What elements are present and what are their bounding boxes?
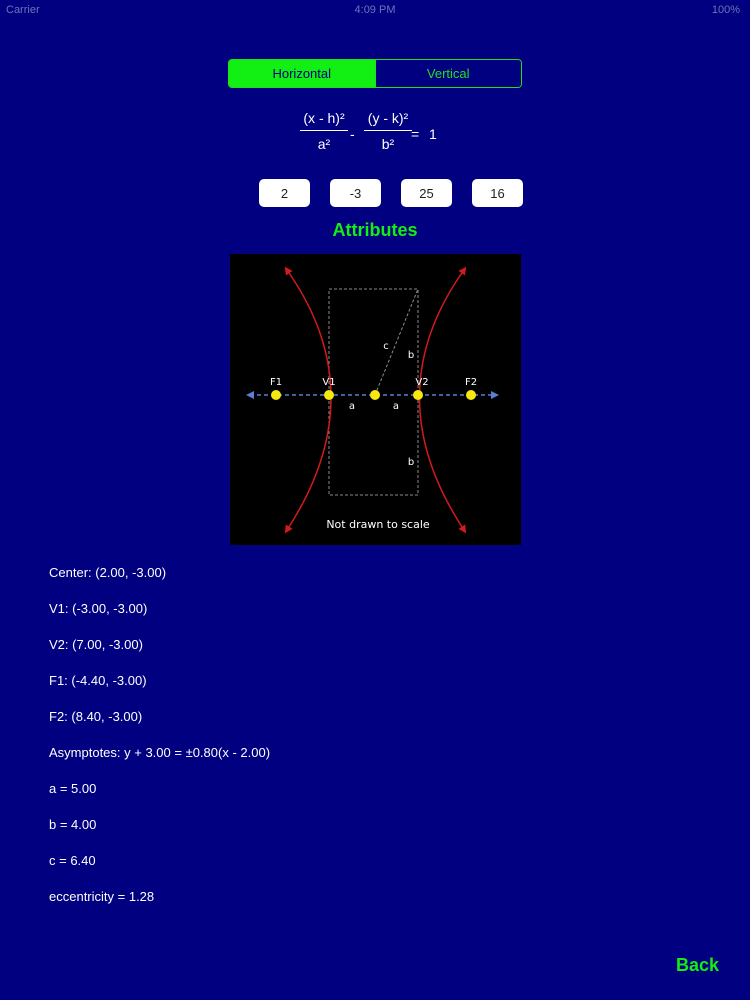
h-input[interactable]: 2	[259, 179, 310, 207]
status-time: 4:09 PM	[354, 4, 396, 16]
battery-label: 100%	[711, 4, 740, 16]
vertex-2-point	[413, 390, 423, 400]
equation-term-x: (x - h)² a²	[300, 110, 348, 152]
hyperbola-diagram-svg: F1 V1 V2 F2 a a c b b Not drawn to scale	[246, 266, 499, 534]
c-label: c	[383, 341, 389, 352]
c-result: c = 6.40	[49, 853, 96, 868]
horizontal-segment[interactable]: Horizontal	[229, 60, 375, 87]
center-point	[370, 390, 380, 400]
b-squared-input[interactable]: 16	[472, 179, 523, 207]
equation-term-y-numerator: (y - k)²	[367, 110, 409, 126]
equation-term-y: (y - k)² b²	[364, 110, 412, 152]
v2-label: V2	[415, 377, 428, 388]
left-branch-curve	[284, 266, 332, 534]
equation-term-y-denominator: b²	[381, 136, 395, 152]
k-input[interactable]: -3	[330, 179, 381, 207]
v1-label: V1	[322, 377, 335, 388]
hyperbola-equation: (x - h)² a² - (y - k)² b² = 1	[0, 110, 750, 160]
v1-result: V1: (-3.00, -3.00)	[49, 601, 148, 616]
f2-label: F2	[465, 377, 477, 388]
a-right-label: a	[393, 401, 399, 412]
eccentricity-result: eccentricity = 1.28	[49, 889, 155, 904]
a-result: a = 5.00	[49, 781, 97, 796]
focus-2-point	[466, 390, 476, 400]
b-result: b = 4.00	[49, 817, 97, 832]
f1-label: F1	[270, 377, 282, 388]
b-lower-label: b	[408, 457, 414, 468]
back-button[interactable]: Back	[676, 955, 719, 976]
f2-result: F2: (8.40, -3.00)	[49, 709, 143, 724]
a-left-label: a	[349, 401, 355, 412]
equation-minus: -	[350, 126, 355, 142]
v2-result: V2: (7.00, -3.00)	[49, 637, 143, 652]
f1-result: F1: (-4.40, -3.00)	[49, 673, 147, 688]
equation-rhs: 1	[429, 126, 437, 142]
b-upper-label: b	[408, 350, 414, 361]
fraction-bar	[364, 130, 412, 131]
attributes-title: Attributes	[332, 220, 418, 240]
c-segment	[374, 288, 419, 396]
hyperbola-diagram: F1 V1 V2 F2 a a c b b Not drawn to scale	[230, 254, 521, 545]
vertex-1-point	[324, 390, 334, 400]
right-branch-curve	[418, 266, 467, 534]
orientation-segmented-control[interactable]: Horizontal Vertical	[228, 59, 522, 88]
asymptotes-result: Asymptotes: y + 3.00 = ±0.80(x - 2.00)	[49, 745, 271, 760]
fraction-bar	[300, 130, 348, 131]
equation-equals: =	[411, 126, 420, 142]
center-result: Center: (2.00, -3.00)	[49, 565, 167, 580]
diagram-caption: Not drawn to scale	[326, 518, 430, 531]
equation-term-x-denominator: a²	[317, 136, 331, 152]
equation-term-x-numerator: (x - h)²	[303, 110, 345, 126]
a-squared-input[interactable]: 25	[401, 179, 452, 207]
status-bar: Carrier 4:09 PM 100%	[0, 0, 750, 20]
vertical-segment[interactable]: Vertical	[374, 60, 521, 87]
focus-1-point	[271, 390, 281, 400]
